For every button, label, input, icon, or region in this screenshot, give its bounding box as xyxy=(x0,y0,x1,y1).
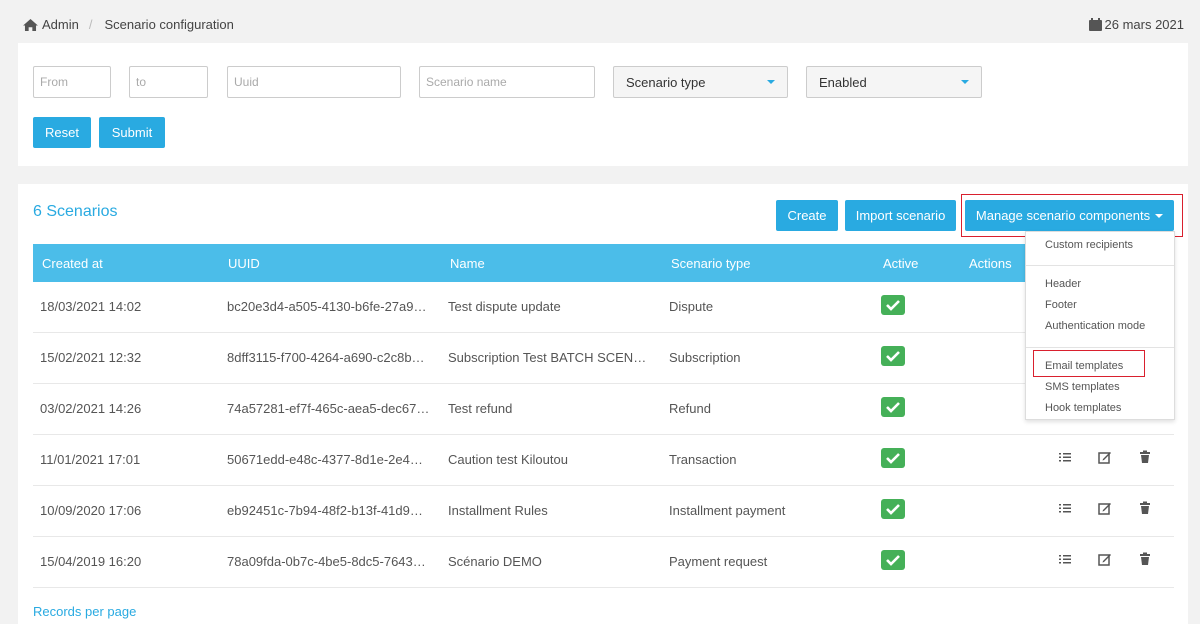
scenario-count-title: 6 Scenarios xyxy=(33,203,118,220)
create-button[interactable]: Create xyxy=(776,200,838,231)
cell-name: Installment Rules xyxy=(448,503,548,518)
current-date: 26 mars 2021 xyxy=(1088,17,1185,32)
enabled-value: Enabled xyxy=(819,74,867,90)
chevron-down-icon xyxy=(767,80,775,84)
col-actions: Actions xyxy=(969,256,1012,271)
filter-panel: Scenario type Enabled Reset Submit xyxy=(18,43,1188,166)
list-details-icon[interactable] xyxy=(1058,450,1072,464)
scenario-type-value: Scenario type xyxy=(626,74,706,90)
cell-created: 15/04/2019 16:20 xyxy=(40,554,142,569)
cell-created: 15/02/2021 12:32 xyxy=(40,350,142,365)
cell-name: Caution test Kiloutou xyxy=(448,452,568,467)
menu-item-footer[interactable]: Footer xyxy=(1045,299,1077,311)
chevron-down-icon xyxy=(961,80,969,84)
cell-type: Refund xyxy=(669,401,711,416)
import-scenario-button[interactable]: Import scenario xyxy=(845,200,956,231)
menu-item-header[interactable]: Header xyxy=(1045,278,1081,290)
edit-icon[interactable] xyxy=(1098,450,1112,464)
home-icon xyxy=(23,18,38,31)
trash-icon[interactable] xyxy=(1138,552,1152,566)
cell-name: Scénario DEMO xyxy=(448,554,542,569)
cell-uuid: eb92451c-7b94-48f2-b13f-41d9… xyxy=(227,503,423,518)
to-date-input[interactable] xyxy=(129,66,208,98)
menu-item-sms-templates[interactable]: SMS templates xyxy=(1045,381,1120,393)
col-active: Active xyxy=(883,256,919,271)
enabled-select[interactable]: Enabled xyxy=(806,66,982,98)
cell-type: Dispute xyxy=(669,299,714,314)
cell-created: 10/09/2020 17:06 xyxy=(40,503,142,518)
active-check-icon xyxy=(881,295,905,315)
menu-divider xyxy=(1026,347,1174,348)
top-bar: Admin / Scenario configuration 26 mars 2… xyxy=(0,0,1200,44)
table-header: Created at UUID Name Scenario type Activ… xyxy=(33,244,1174,282)
reset-button[interactable]: Reset xyxy=(33,117,91,148)
menu-item-authentication-mode[interactable]: Authentication mode xyxy=(1045,320,1145,332)
calendar-icon xyxy=(1088,18,1102,31)
cell-uuid: 74a57281-ef7f-465c-aea5-dec67… xyxy=(227,401,430,416)
cell-type: Payment request xyxy=(669,554,768,569)
cell-name: Test dispute update xyxy=(448,299,561,314)
list-details-icon[interactable] xyxy=(1058,501,1072,515)
active-check-icon xyxy=(881,346,905,366)
cell-uuid: 50671edd-e48c-4377-8d1e-2e4… xyxy=(227,452,423,467)
scenario-list-panel: 6 Scenarios Create Import scenario Manag… xyxy=(18,184,1188,624)
menu-divider xyxy=(1026,265,1174,266)
cell-type: Transaction xyxy=(669,452,737,467)
cell-created: 18/03/2021 14:02 xyxy=(40,299,142,314)
breadcrumb-current: Scenario configuration xyxy=(104,17,234,32)
breadcrumb: Admin / Scenario configuration xyxy=(23,17,234,32)
manage-components-dropdown: Custom recipients Header Footer Authenti… xyxy=(1025,231,1175,420)
menu-item-hook-templates[interactable]: Hook templates xyxy=(1045,402,1121,414)
cell-uuid: 78a09fda-0b7c-4be5-8dc5-7643… xyxy=(227,554,426,569)
edit-icon[interactable] xyxy=(1098,501,1112,515)
highlight-box-email-templates xyxy=(1033,350,1145,377)
scenario-type-select[interactable]: Scenario type xyxy=(613,66,788,98)
active-check-icon xyxy=(881,550,905,570)
date-text: 26 mars 2021 xyxy=(1104,17,1185,32)
scenario-name-input[interactable] xyxy=(419,66,595,98)
trash-icon[interactable] xyxy=(1138,501,1152,515)
menu-item-custom-recipients[interactable]: Custom recipients xyxy=(1045,239,1133,251)
table-row: 18/03/2021 14:02 bc20e3d4-a505-4130-b6fe… xyxy=(33,282,1174,333)
cell-created: 03/02/2021 14:26 xyxy=(40,401,142,416)
from-date-input[interactable] xyxy=(33,66,111,98)
active-check-icon xyxy=(881,397,905,417)
uuid-input[interactable] xyxy=(227,66,401,98)
trash-icon[interactable] xyxy=(1138,450,1152,464)
table-row: 10/09/2020 17:06 eb92451c-7b94-48f2-b13f… xyxy=(33,486,1174,537)
submit-button[interactable]: Submit xyxy=(99,117,165,148)
breadcrumb-separator: / xyxy=(88,17,93,32)
cell-uuid: bc20e3d4-a505-4130-b6fe-27a9… xyxy=(227,299,427,314)
cell-uuid: 8dff3115-f700-4264-a690-c2c8b… xyxy=(227,350,425,365)
cell-type: Subscription xyxy=(669,350,741,365)
cell-name: Subscription Test BATCH SCEN… xyxy=(448,350,647,365)
breadcrumb-admin-link[interactable]: Admin xyxy=(42,17,79,32)
records-per-page-label[interactable]: Records per page xyxy=(33,604,136,619)
col-scenario-type: Scenario type xyxy=(671,256,751,271)
cell-created: 11/01/2021 17:01 xyxy=(40,452,141,467)
active-check-icon xyxy=(881,448,905,468)
cell-type: Installment payment xyxy=(669,503,786,518)
active-check-icon xyxy=(881,499,905,519)
table-row: 15/02/2021 12:32 8dff3115-f700-4264-a690… xyxy=(33,333,1174,384)
table-row: 15/04/2019 16:20 78a09fda-0b7c-4be5-8dc5… xyxy=(33,537,1174,588)
list-details-icon[interactable] xyxy=(1058,552,1072,566)
table-row: 11/01/2021 17:01 50671edd-e48c-4377-8d1e… xyxy=(33,435,1174,486)
col-created-at: Created at xyxy=(42,256,103,271)
table-row: 03/02/2021 14:26 74a57281-ef7f-465c-aea5… xyxy=(33,384,1174,435)
col-name: Name xyxy=(450,256,485,271)
edit-icon[interactable] xyxy=(1098,552,1112,566)
col-uuid: UUID xyxy=(228,256,260,271)
cell-name: Test refund xyxy=(448,401,513,416)
